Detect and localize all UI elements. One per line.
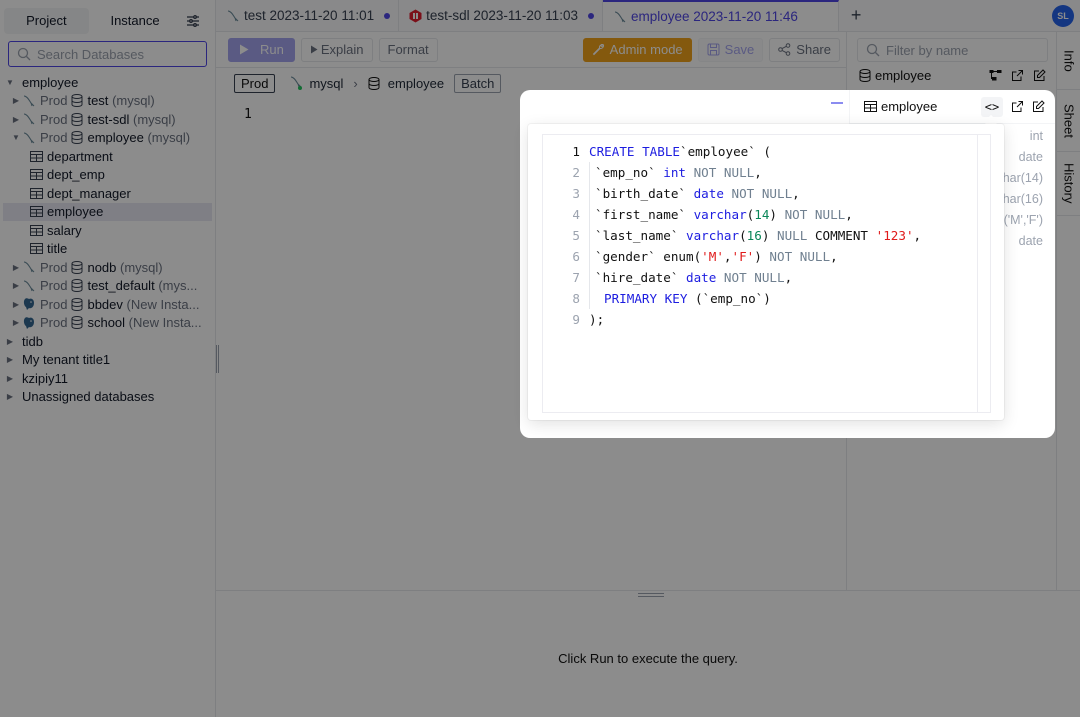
- popover-column-types: int date har(14) har(16) ('M','F') date: [1003, 126, 1043, 252]
- code-line: 8 PRIMARY KEY (`emp_no`): [543, 288, 921, 309]
- code-text: `first_name` varchar(14) NOT NULL,: [589, 204, 853, 225]
- code-token: NOT NULL: [686, 165, 755, 180]
- code-line: 7 `hire_date` date NOT NULL,: [543, 267, 921, 288]
- code-token: `birth_date`: [595, 186, 694, 201]
- code-token: date: [686, 270, 717, 285]
- column-type: int: [1029, 129, 1043, 143]
- code-line: 1 CREATE TABLE`employee` (: [543, 141, 921, 162]
- code-token: (: [739, 228, 747, 243]
- code-token: `first_name`: [595, 207, 694, 222]
- code-line-number: 3: [572, 186, 580, 201]
- table-icon: [864, 101, 877, 112]
- external-link-icon[interactable]: [1011, 100, 1024, 113]
- code-token: `emp_no`: [595, 165, 664, 180]
- code-token: date: [693, 186, 724, 201]
- ddl-code: 1 CREATE TABLE`employee` (2 `emp_no` int N…: [543, 141, 921, 330]
- code-token: (`emp_no`): [687, 291, 771, 306]
- code-token: ): [754, 249, 762, 264]
- code-line-number: 7: [572, 270, 580, 285]
- ddl-code-viewer[interactable]: 1 CREATE TABLE`employee` (2 `emp_no` int N…: [542, 134, 991, 413]
- code-text: PRIMARY KEY (`emp_no`): [589, 288, 771, 309]
- code-line-number: 8: [572, 291, 580, 306]
- code-line-number: 6: [572, 249, 580, 264]
- code-line-number: 9: [572, 312, 580, 327]
- code-token: 16: [746, 228, 762, 243]
- code-line: 9);: [543, 309, 921, 330]
- code-token: 'M': [701, 249, 724, 264]
- code-token: ,: [784, 270, 793, 285]
- code-token: varchar: [686, 228, 740, 243]
- code-token: `hire_date`: [595, 270, 686, 285]
- code-token: ,: [830, 249, 838, 264]
- code-token: ,: [845, 207, 853, 222]
- ddl-code-card: 1 CREATE TABLE`employee` (2 `emp_no` int N…: [528, 124, 1004, 420]
- code-line: 4 `first_name` varchar(14) NOT NULL,: [543, 204, 921, 225]
- code-token: NOT NULL: [716, 270, 785, 285]
- code-line: 2 `emp_no` int NOT NULL,: [543, 162, 921, 183]
- code-token: );: [589, 312, 605, 327]
- code-token: ,: [723, 249, 732, 264]
- code-token: ,: [792, 186, 800, 201]
- code-token: varchar: [693, 207, 747, 222]
- tab-indicator: [831, 102, 843, 104]
- column-type: har(16): [1002, 192, 1043, 206]
- code-text: `last_name` varchar(16) NULL COMMENT '12…: [589, 225, 921, 246]
- code-text: `hire_date` date NOT NULL,: [589, 267, 792, 288]
- code-token: NULL: [769, 228, 808, 243]
- code-token: ,: [754, 165, 762, 180]
- edit-icon[interactable]: [1032, 100, 1045, 113]
- column-type: har(14): [1002, 171, 1043, 185]
- code-text: `birth_date` date NOT NULL,: [589, 183, 800, 204]
- code-token: '123': [875, 228, 914, 243]
- code-token: `last_name`: [595, 228, 686, 243]
- code-line-number: 4: [572, 207, 580, 222]
- column-type: date: [1018, 234, 1043, 248]
- code-token: `employee` (: [680, 144, 771, 159]
- code-token: COMMENT: [807, 228, 876, 243]
- code-line-number: 5: [572, 228, 580, 243]
- code-line: 5 `last_name` varchar(16) NULL COMMENT '1…: [543, 225, 921, 246]
- popover-table-name: employee: [881, 99, 938, 114]
- code-text: CREATE TABLE`employee` (: [580, 141, 771, 162]
- code-token: CREATE TABLE: [589, 144, 680, 159]
- view-ddl-code-icon[interactable]: <>: [981, 96, 1003, 117]
- scrollbar-track[interactable]: [977, 135, 978, 412]
- code-token: int: [663, 165, 686, 180]
- code-line: 6 `gender` enum('M','F') NOT NULL,: [543, 246, 921, 267]
- column-type: ('M','F'): [1003, 213, 1043, 227]
- code-text: `gender` enum('M','F') NOT NULL,: [589, 246, 838, 267]
- code-text: `emp_no` int NOT NULL,: [589, 162, 762, 183]
- code-line-number: 1: [572, 144, 580, 159]
- code-token: NOT NULL: [777, 207, 846, 222]
- code-token: `gender` enum(: [595, 249, 702, 264]
- column-type: date: [1018, 150, 1043, 164]
- code-token: 14: [754, 207, 770, 222]
- code-token: PRIMARY KEY: [604, 291, 688, 306]
- code-text: );: [580, 309, 604, 330]
- code-line: 3 `birth_date` date NOT NULL,: [543, 183, 921, 204]
- code-token: 'F': [731, 249, 755, 264]
- code-token: NOT NULL: [723, 186, 793, 201]
- popover-table-row: employee <>: [850, 90, 1055, 124]
- code-token: ): [769, 207, 778, 222]
- code-token: ,: [913, 228, 922, 243]
- code-line-number: 2: [572, 165, 580, 180]
- code-token: NOT NULL: [761, 249, 831, 264]
